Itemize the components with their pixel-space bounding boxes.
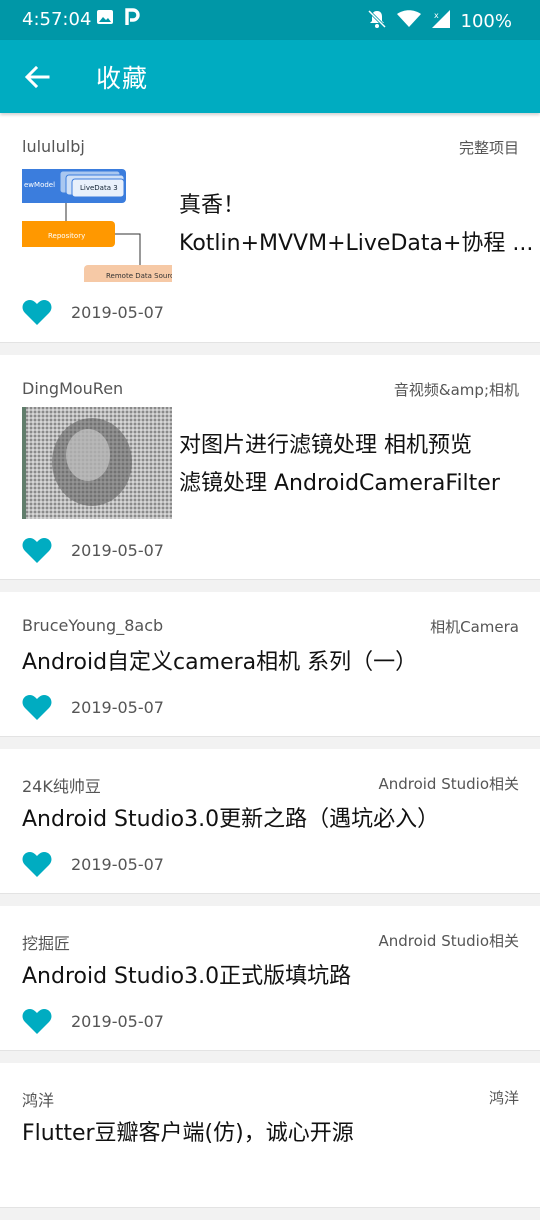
diagram-label: Repository [48, 232, 85, 240]
p-icon [124, 8, 140, 31]
item-meta: 2019-05-07 [22, 850, 164, 878]
item-date: 2019-05-07 [71, 1011, 164, 1031]
item-date: 2019-05-07 [71, 697, 164, 717]
signal-icon: x [431, 9, 451, 34]
item-author[interactable]: BruceYoung_8acb [22, 616, 163, 635]
list-item[interactable]: 鸿洋 鸿洋 Flutter豆瓣客户端(仿)，诚心开源 [0, 1063, 540, 1208]
heart-icon[interactable] [22, 693, 52, 721]
item-author[interactable]: 鸿洋 [22, 1087, 54, 1111]
page-title: 收藏 [96, 64, 149, 93]
svg-text:x: x [434, 11, 439, 20]
diagram-label: ewModel [24, 181, 55, 189]
heart-icon[interactable] [22, 850, 52, 878]
app-bar: 收藏 [0, 40, 540, 113]
item-meta: 2019-05-07 [22, 693, 164, 721]
list-item[interactable]: 挖掘匠 Android Studio相关 Android Studio3.0正式… [0, 906, 540, 1051]
item-category[interactable]: Android Studio相关 [378, 773, 519, 794]
diagram-label: LiveData 3 [80, 184, 118, 192]
list-item[interactable]: lulululbj 完整项目 ewModel LiveData 3 Reposi… [0, 113, 540, 343]
wifi-icon [396, 10, 421, 33]
arrow-back-icon[interactable] [22, 62, 52, 92]
item-title[interactable]: Android自定义camera相机 系列（一） [22, 644, 417, 682]
favorites-list: lulululbj 完整项目 ewModel LiveData 3 Reposi… [0, 113, 540, 1220]
item-category[interactable]: 完整项目 [459, 137, 519, 158]
item-meta: 2019-05-07 [22, 1007, 164, 1035]
item-category[interactable]: Android Studio相关 [378, 930, 519, 951]
heart-icon[interactable] [22, 298, 52, 326]
bell-off-icon [367, 9, 387, 34]
list-item[interactable]: BruceYoung_8acb 相机Camera Android自定义camer… [0, 592, 540, 737]
item-author[interactable]: 挖掘匠 [22, 930, 70, 954]
heart-icon[interactable] [22, 1007, 52, 1035]
battery-text: 100% [460, 11, 512, 32]
item-category[interactable]: 鸿洋 [489, 1087, 519, 1108]
list-item[interactable]: 24K纯帅豆 Android Studio相关 Android Studio3.… [0, 749, 540, 894]
item-author[interactable]: lulululbj [22, 137, 85, 156]
list-item[interactable]: DingMouRen 音视频&amp;相机 对图片进行滤镜处理 相机预览 滤镜处 [0, 355, 540, 580]
image-icon [96, 9, 114, 30]
item-date: 2019-05-07 [71, 854, 164, 874]
item-thumbnail [22, 407, 172, 519]
status-time: 4:57:04 [22, 9, 92, 30]
item-date: 2019-05-07 [71, 302, 164, 322]
item-category[interactable]: 音视频&amp;相机 [394, 379, 519, 400]
heart-icon[interactable] [22, 536, 52, 564]
item-meta: 2019-05-07 [22, 536, 164, 564]
item-category[interactable]: 相机Camera [430, 616, 519, 637]
item-title[interactable]: 真香！ Kotlin+MVVM+LiveData+协程 ... [179, 187, 533, 263]
item-title[interactable]: Flutter豆瓣客户端(仿)，诚心开源 [22, 1115, 354, 1153]
item-thumbnail: ewModel LiveData 3 Repository Remote Dat… [22, 167, 172, 282]
status-bar: 4:57:04 x 100% [0, 0, 540, 40]
item-meta: 2019-05-07 [22, 298, 164, 326]
item-title[interactable]: Android Studio3.0更新之路（遇坑必入） [22, 801, 439, 839]
item-author[interactable]: 24K纯帅豆 [22, 773, 101, 797]
item-date: 2019-05-07 [71, 540, 164, 560]
item-author[interactable]: DingMouRen [22, 379, 123, 398]
diagram-label: Remote Data Source [106, 272, 172, 280]
item-title[interactable]: 对图片进行滤镜处理 相机预览 滤镜处理 AndroidCameraFilter [179, 427, 500, 503]
item-title[interactable]: Android Studio3.0正式版填坑路 [22, 958, 351, 996]
